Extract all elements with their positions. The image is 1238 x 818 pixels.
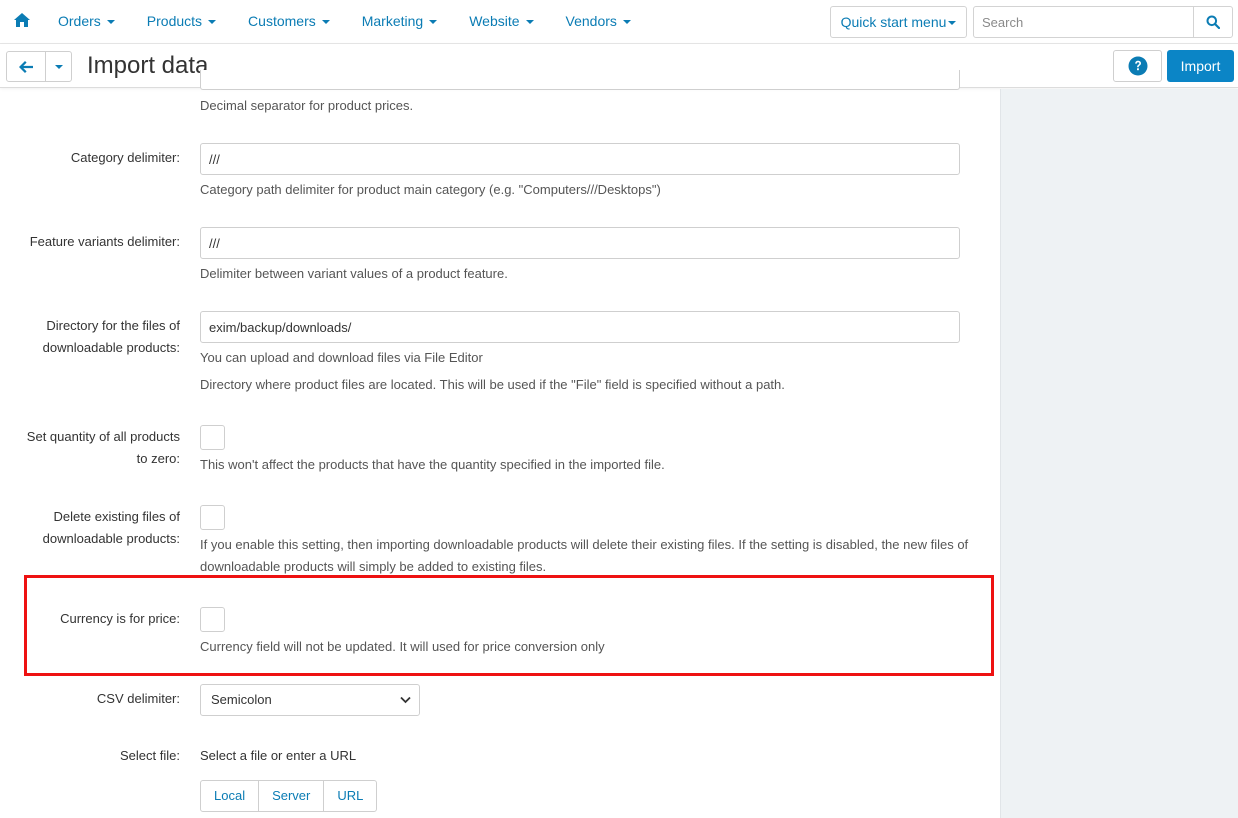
question-circle-icon [1128,56,1147,76]
files-directory-hint: Directory where product files are locate… [200,377,785,392]
arrow-left-icon [19,60,34,73]
csv-delimiter-label: CSV delimiter: [96,691,180,706]
caret-down-icon [622,20,631,25]
nav-item-customers[interactable]: Customers [230,0,344,44]
nav-item-vendors[interactable]: Vendors [548,0,645,44]
caret-down-icon [106,20,115,25]
search-input[interactable] [974,7,1194,37]
delete-existing-files-label: Delete existing files of downloadable pr… [0,506,180,550]
file-source-server-button[interactable]: Server [259,781,325,811]
set-quantity-zero-label: Set quantity of all products to zero: [0,426,180,470]
back-dropdown-toggle[interactable] [46,52,71,81]
category-delimiter-input[interactable] [200,143,960,175]
label-line: Set quantity of all products [26,429,180,444]
help-button[interactable] [1113,50,1162,82]
delete-existing-files-checkbox[interactable] [200,505,225,530]
nav-item-label: Products [146,13,203,29]
nav-item-label: Vendors [565,13,617,29]
csv-delimiter-value: Semicolon [211,692,272,707]
back-button-group [6,51,72,82]
main-menu: Orders Products Customers Marketing Webs… [40,0,645,44]
files-directory-input[interactable] [200,311,960,343]
select-file-text: Select a file or enter a URL [200,748,357,763]
caret-down-icon [208,20,217,25]
label-line: Delete existing files of [53,509,180,524]
page-title: Import data [87,52,209,79]
select-file-label: Select file: [120,748,180,763]
file-editor-hint: You can upload and download files via Fi… [200,350,483,365]
file-source-url-button[interactable]: URL [324,781,376,811]
nav-item-orders[interactable]: Orders [40,0,129,44]
quick-start-menu-button[interactable]: Quick start menu [830,6,967,38]
nav-item-products[interactable]: Products [129,0,230,44]
caret-down-icon [54,64,63,69]
decimal-separator-input[interactable] [200,70,960,90]
category-delimiter-label: Category delimiter: [70,150,180,165]
caret-down-icon [429,20,438,25]
label-line: to zero: [136,451,180,466]
nav-item-label: Orders [58,13,101,29]
set-quantity-zero-checkbox[interactable] [200,425,225,450]
category-delimiter-hint: Category path delimiter for product main… [200,182,661,197]
feature-variants-delimiter-hint: Delimiter between variant values of a pr… [200,266,508,281]
feature-variants-delimiter-label: Feature variants delimiter: [29,234,180,249]
back-button[interactable] [7,52,47,81]
chevron-down-icon [400,696,411,704]
nav-item-label: Marketing [361,13,424,29]
label-line: Directory for the files of [46,318,180,333]
caret-down-icon [525,20,534,25]
feature-variants-delimiter-input[interactable] [200,227,960,259]
set-quantity-zero-hint: This won't affect the products that have… [200,457,665,472]
search-icon [1206,15,1220,29]
delete-existing-files-hint: If you enable this setting, then importi… [200,537,969,574]
label-line: downloadable products: [42,531,180,546]
label-line: downloadable products: [42,340,180,355]
quick-start-label: Quick start menu [840,14,947,30]
files-directory-label: Directory for the files of downloadable … [0,315,180,359]
nav-item-label: Customers [248,13,316,29]
currency-for-price-checkbox[interactable] [200,607,225,632]
currency-for-price-label: Currency is for price: [60,611,180,626]
top-navbar: Orders Products Customers Marketing Webs… [0,0,1238,44]
home-icon[interactable] [14,13,30,27]
currency-for-price-hint: Currency field will not be updated. It w… [200,639,605,654]
nav-item-website[interactable]: Website [451,0,547,44]
nav-item-marketing[interactable]: Marketing [344,0,451,44]
search-button[interactable] [1193,7,1232,37]
file-source-buttons: Local Server URL [200,780,378,812]
caret-down-icon [321,20,330,25]
csv-delimiter-select[interactable]: Semicolon [200,684,420,716]
search-box [973,6,1233,38]
right-sidebar [1000,89,1238,818]
decimal-separator-hint: Decimal separator for product prices. [200,98,414,113]
caret-down-icon [948,21,957,26]
nav-item-label: Website [469,13,520,29]
import-button[interactable]: Import [1167,50,1234,82]
file-source-local-button[interactable]: Local [201,781,260,811]
